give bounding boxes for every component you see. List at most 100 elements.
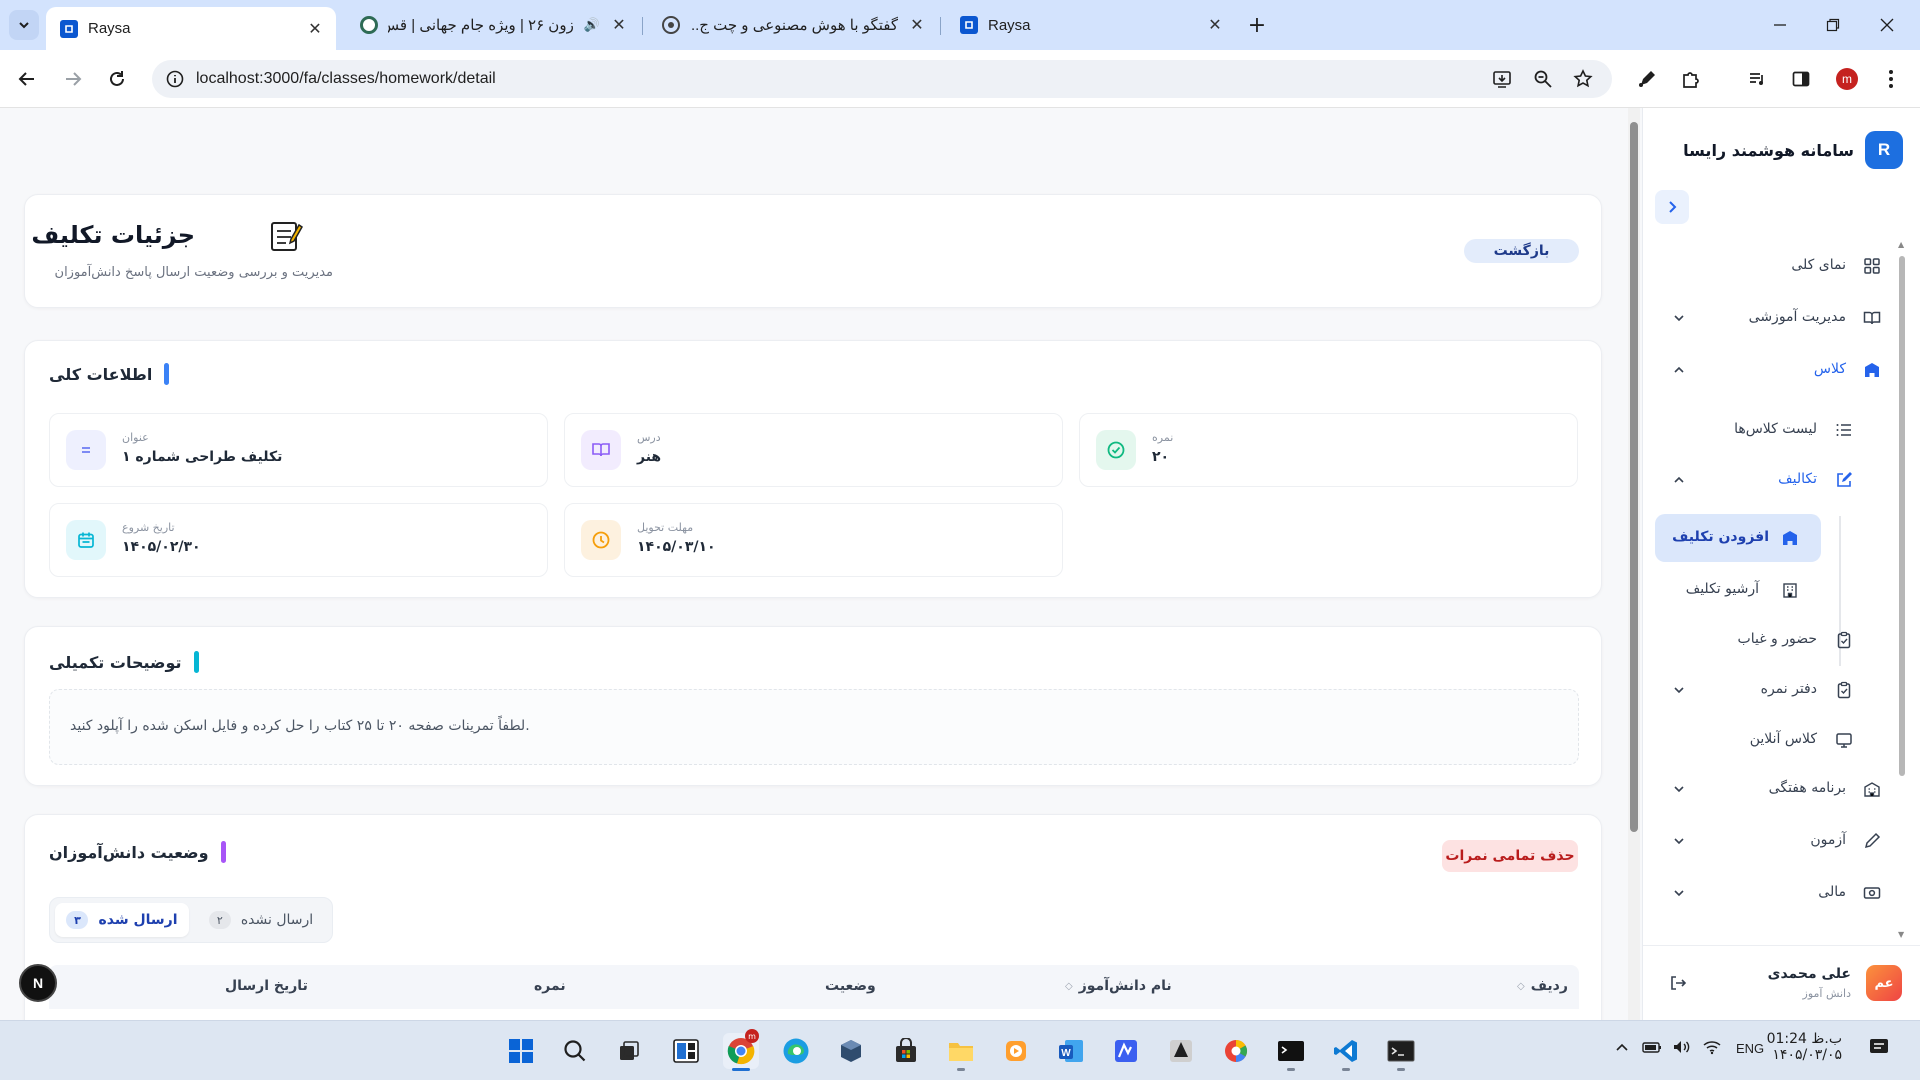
chevron-down-icon[interactable] [1669, 831, 1689, 851]
media-player-icon[interactable] [998, 1033, 1034, 1069]
column-grade: نمره [534, 978, 566, 994]
sidebar-item-attendance[interactable]: حضور و غیاب [1643, 620, 1920, 660]
clock[interactable]: ب.ظ 01:24 ۱۴۰۵/۰۳/۰۵ [1766, 1031, 1842, 1063]
media-queue-icon[interactable] [1742, 64, 1772, 94]
sidebar-item-add-homework[interactable]: افزودن تکلیف [1655, 514, 1821, 562]
chatgpt-favicon-icon [662, 16, 680, 34]
wifi-icon[interactable] [1702, 1039, 1722, 1055]
sidebar-item-homework-archive[interactable]: آرشیو تکلیف [1643, 570, 1920, 610]
running-indicator [1397, 1068, 1405, 1071]
tab-close-icon[interactable]: ✕ [908, 16, 926, 34]
archive-building-icon [1779, 579, 1801, 601]
battery-icon[interactable] [1642, 1039, 1662, 1055]
browser-tab-1[interactable]: Raysa ✕ [46, 7, 336, 50]
browser-tab-4[interactable]: Raysa ✕ [946, 7, 1236, 43]
edit-icon [1833, 469, 1855, 491]
scrollbar-thumb[interactable] [1899, 256, 1905, 776]
site-info-icon[interactable] [166, 70, 184, 88]
sidebar-item-gradebook[interactable]: دفتر نمره [1643, 670, 1920, 710]
chevron-up-icon[interactable] [1669, 470, 1689, 490]
reload-icon[interactable] [102, 64, 132, 94]
address-bar[interactable]: localhost:3000/fa/classes/homework/detai… [152, 60, 1612, 98]
tab-close-icon[interactable]: ✕ [1206, 16, 1224, 34]
install-app-icon[interactable] [1492, 69, 1512, 89]
speaker-icon[interactable]: 🔊 [584, 17, 600, 33]
store-icon[interactable] [888, 1033, 924, 1069]
back-arrow-icon[interactable] [12, 64, 42, 94]
section-accent-bar [220, 841, 226, 863]
vscode-icon[interactable] [1328, 1033, 1364, 1071]
color-app-icon[interactable] [1218, 1033, 1254, 1069]
search-icon[interactable] [557, 1033, 593, 1069]
chevron-down-icon[interactable] [1669, 779, 1689, 799]
sidebar-scrollbar[interactable]: ▲ ▼ [1896, 240, 1908, 940]
chevron-down-icon[interactable] [1669, 680, 1689, 700]
url-text[interactable]: localhost:3000/fa/classes/homework/detai… [196, 70, 496, 88]
zoom-icon[interactable] [1533, 69, 1553, 89]
sidebar-item-class-list[interactable]: لیست کلاس‌ها [1643, 410, 1920, 450]
collapse-sidebar-button[interactable] [1655, 190, 1689, 224]
tab-close-icon[interactable]: ✕ [306, 20, 324, 38]
column-student-name[interactable]: ◇ نام دانش‌آموز [1065, 978, 1172, 994]
task-view-icon[interactable] [611, 1033, 647, 1069]
command-prompt-icon[interactable] [1383, 1033, 1419, 1071]
sidebar-item-label: آرشیو تکلیف [1685, 581, 1759, 597]
browser-tab-2[interactable]: زون ۲۶ | ویژه جام جهانی | قس... 🔊 ✕ [346, 7, 640, 43]
school-icon [1779, 527, 1801, 549]
widgets-icon[interactable] [668, 1033, 704, 1069]
tray-overflow-chevron-icon[interactable] [1614, 1039, 1630, 1055]
pen-extension-icon[interactable] [1632, 64, 1662, 94]
minimize-window-icon[interactable] [1767, 12, 1793, 38]
scrollbar-thumb[interactable] [1630, 122, 1638, 832]
column-row-number[interactable]: ◇ ردیف [1517, 978, 1568, 994]
nextjs-dev-badge[interactable]: N [19, 964, 57, 1002]
bookmark-star-icon[interactable] [1573, 69, 1593, 89]
description-card: توضیحات تکمیلی لطفاً تمرینات صفحه ۲۰ تا … [24, 626, 1602, 786]
notifications-icon[interactable] [1868, 1037, 1890, 1057]
tab-search-button[interactable] [9, 10, 39, 40]
sidebar-item-weekly-schedule[interactable]: برنامه هفتگی [1643, 769, 1920, 809]
tab-submitted[interactable]: ارسال شده ۳ [55, 903, 189, 937]
file-explorer-icon[interactable] [943, 1033, 979, 1071]
header-text: جزئیات تکلیف مدیریت و بررسی وضعیت ارسال … [13, 195, 333, 309]
chevron-up-icon[interactable] [1669, 360, 1689, 380]
logout-icon[interactable] [1669, 974, 1687, 992]
forward-arrow-icon[interactable] [58, 64, 88, 94]
new-tab-button[interactable]: + [1244, 12, 1270, 38]
chevron-down-icon[interactable] [1669, 308, 1689, 328]
side-panel-icon[interactable] [1786, 64, 1816, 94]
sidebar-item-class[interactable]: کلاس [1643, 350, 1920, 390]
browser-tab-3[interactable]: گفتگو با هوش مصنوعی و چت ج... ✕ [648, 7, 938, 43]
sidebar-item-exam[interactable]: آزمون [1643, 821, 1920, 861]
extensions-puzzle-icon[interactable] [1676, 64, 1706, 94]
tab-close-icon[interactable]: ✕ [610, 16, 628, 34]
scroll-down-arrow-icon[interactable]: ▼ [1898, 930, 1904, 939]
page-scrollbar[interactable] [1628, 108, 1640, 1020]
word-icon[interactable]: W [1053, 1033, 1089, 1069]
tab-not-submitted[interactable]: ارسال نشده ۲ [194, 903, 328, 937]
windows-start-icon[interactable] [503, 1033, 539, 1069]
sidebar-item-overview[interactable]: نمای کلی [1643, 246, 1920, 286]
visual-studio-app-icon[interactable] [1108, 1033, 1144, 1069]
terminal-icon[interactable] [1273, 1033, 1309, 1071]
volume-icon[interactable] [1672, 1039, 1692, 1055]
profile-avatar[interactable]: m [1832, 64, 1862, 94]
virtualbox-icon[interactable] [833, 1033, 869, 1069]
inkscape-icon[interactable] [1163, 1033, 1199, 1069]
delete-all-grades-button[interactable]: حذف تمامی نمرات [1442, 840, 1578, 872]
close-window-icon[interactable] [1874, 12, 1900, 38]
sidebar-item-homework[interactable]: تکالیف [1643, 460, 1920, 500]
edge-icon[interactable] [778, 1033, 814, 1069]
sidebar-item-online-class[interactable]: کلاس آنلاین [1643, 720, 1920, 760]
sidebar-item-edu-management[interactable]: مدیریت آموزشی [1643, 298, 1920, 338]
chevron-down-icon[interactable] [1669, 883, 1689, 903]
restore-window-icon[interactable] [1820, 12, 1846, 38]
info-label: عنوان [122, 431, 149, 444]
scroll-up-arrow-icon[interactable]: ▲ [1898, 240, 1904, 249]
kebab-menu-icon[interactable] [1876, 64, 1906, 94]
language-indicator[interactable]: ENG [1736, 1041, 1764, 1056]
sidebar-item-finance[interactable]: مالی [1643, 873, 1920, 913]
tab-label: ارسال شده [98, 912, 178, 928]
back-button[interactable]: بازگشت [1464, 239, 1579, 263]
chrome-icon[interactable]: m [723, 1029, 759, 1071]
